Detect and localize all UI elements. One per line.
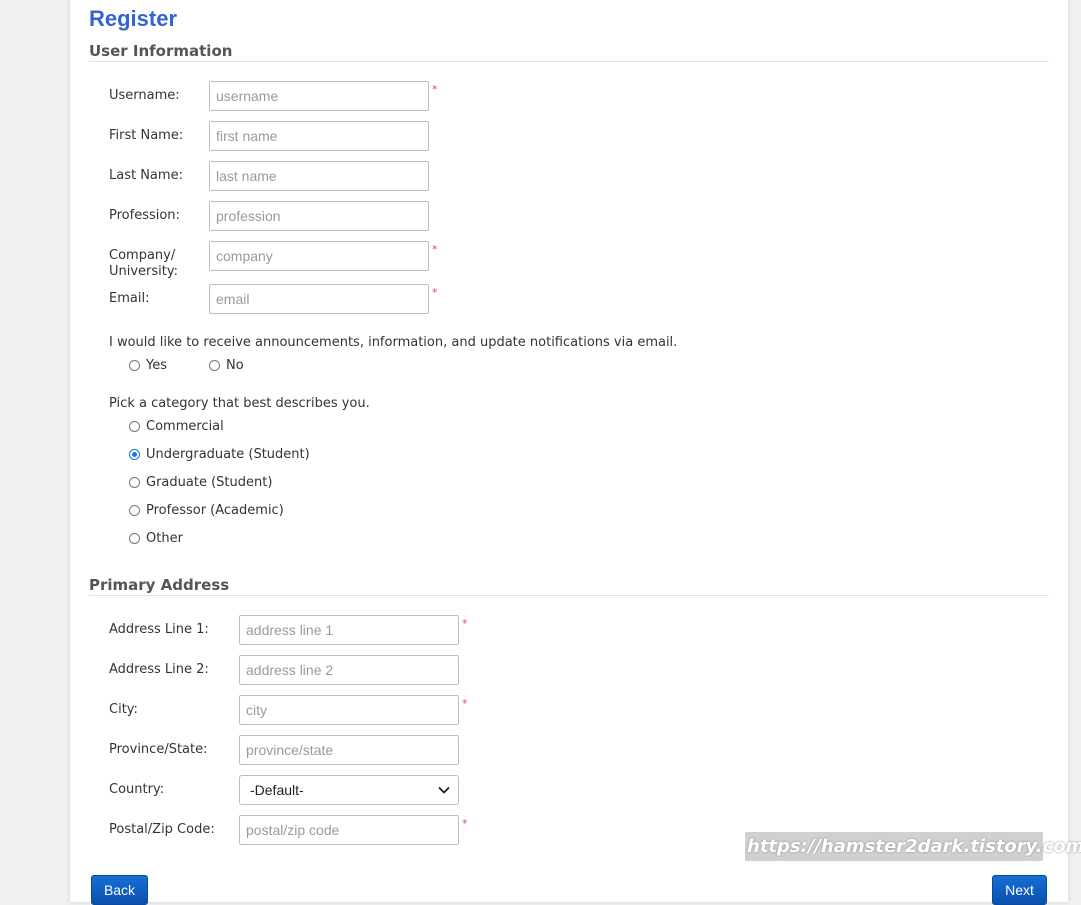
notify-yes-label: Yes xyxy=(146,358,167,373)
country-selected-value: -Default- xyxy=(250,782,304,798)
first-name-input[interactable] xyxy=(209,121,429,151)
notify-no-label: No xyxy=(226,358,244,373)
category-other-option[interactable]: Other xyxy=(129,531,183,546)
username-label: Username: xyxy=(109,88,180,103)
category-commercial-radio[interactable] xyxy=(129,421,140,432)
city-input[interactable] xyxy=(239,695,459,725)
company-label-line1: Company/ xyxy=(109,248,176,263)
notify-no-option[interactable]: No xyxy=(209,358,244,373)
postal-code-label: Postal/Zip Code: xyxy=(109,822,215,837)
category-other-radio[interactable] xyxy=(129,533,140,544)
register-panel: Register User Information Username: * Fi… xyxy=(70,0,1068,905)
profession-label: Profession: xyxy=(109,208,180,223)
category-graduate-radio[interactable] xyxy=(129,477,140,488)
section-primary-address: Primary Address xyxy=(89,576,1049,596)
email-required-mark: * xyxy=(432,286,438,299)
category-professor-label: Professor (Academic) xyxy=(146,503,284,518)
notify-no-radio[interactable] xyxy=(209,360,220,371)
category-undergraduate-label: Undergraduate (Student) xyxy=(146,447,310,462)
category-question: Pick a category that best describes you. xyxy=(109,396,370,411)
email-notification-question: I would like to receive announcements, i… xyxy=(109,335,678,350)
profession-input[interactable] xyxy=(209,201,429,231)
category-graduate-label: Graduate (Student) xyxy=(146,475,273,490)
category-professor-option[interactable]: Professor (Academic) xyxy=(129,503,284,518)
company-input[interactable] xyxy=(209,241,429,271)
page-title: Register xyxy=(89,6,178,31)
address-line1-label: Address Line 1: xyxy=(109,622,209,637)
address-line1-required-mark: * xyxy=(462,617,468,630)
watermark-text: https://hamster2dark.tistory.com xyxy=(745,832,1081,861)
province-state-input[interactable] xyxy=(239,735,459,765)
back-button[interactable]: Back xyxy=(91,875,148,905)
country-label: Country: xyxy=(109,782,165,797)
category-other-label: Other xyxy=(146,531,183,546)
category-commercial-option[interactable]: Commercial xyxy=(129,419,224,434)
email-input[interactable] xyxy=(209,284,429,314)
province-state-label: Province/State: xyxy=(109,742,208,757)
category-undergraduate-radio[interactable] xyxy=(129,449,140,460)
category-professor-radio[interactable] xyxy=(129,505,140,516)
postal-code-input[interactable] xyxy=(239,815,459,845)
last-name-input[interactable] xyxy=(209,161,429,191)
country-select[interactable]: -Default- xyxy=(239,775,459,805)
city-label: City: xyxy=(109,702,138,717)
username-input[interactable] xyxy=(209,81,429,111)
address-line2-label: Address Line 2: xyxy=(109,662,209,677)
address-line2-input[interactable] xyxy=(239,655,459,685)
next-button[interactable]: Next xyxy=(992,875,1047,905)
company-required-mark: * xyxy=(432,243,438,256)
city-required-mark: * xyxy=(462,697,468,710)
category-undergraduate-option[interactable]: Undergraduate (Student) xyxy=(129,447,310,462)
category-graduate-option[interactable]: Graduate (Student) xyxy=(129,475,272,490)
category-commercial-label: Commercial xyxy=(146,419,224,434)
company-label-line2: University: xyxy=(109,264,179,279)
username-required-mark: * xyxy=(432,83,438,96)
notify-yes-option[interactable]: Yes xyxy=(129,358,167,373)
last-name-label: Last Name: xyxy=(109,168,183,183)
email-label: Email: xyxy=(109,291,150,306)
notify-yes-radio[interactable] xyxy=(129,360,140,371)
chevron-down-icon xyxy=(438,786,450,794)
first-name-label: First Name: xyxy=(109,128,184,143)
section-user-information: User Information xyxy=(89,42,1049,62)
postal-code-required-mark: * xyxy=(462,817,468,830)
address-line1-input[interactable] xyxy=(239,615,459,645)
